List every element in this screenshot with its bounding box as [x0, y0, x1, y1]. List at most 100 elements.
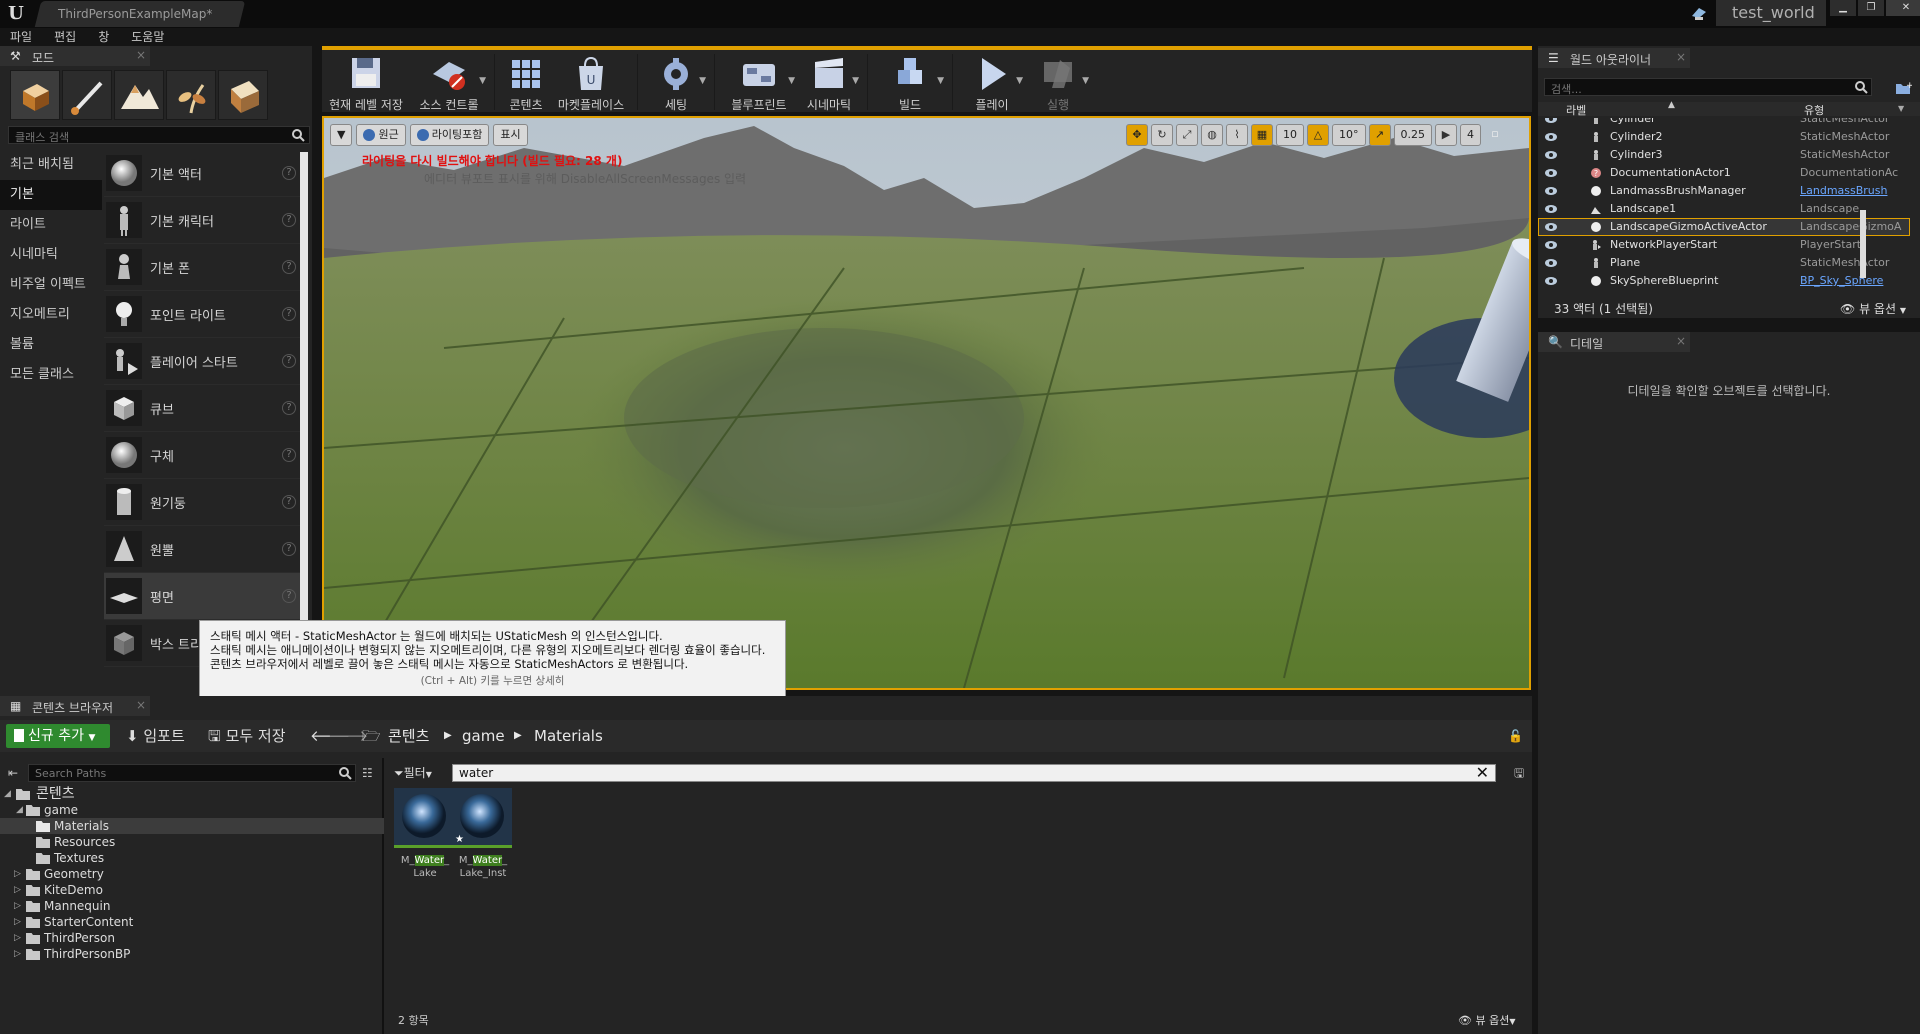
chevron-down-icon[interactable]: ▼ — [479, 76, 486, 86]
scale-snap-icon[interactable]: ↗ — [1368, 124, 1391, 146]
menu-edit[interactable]: 편집 — [54, 28, 76, 46]
category-lights[interactable]: 라이트 — [0, 210, 102, 240]
tree-item[interactable]: ▷ Mannequin — [0, 898, 384, 914]
actor-type-link[interactable]: LandmassBrush — [1800, 182, 1910, 200]
category-visual-effects[interactable]: 비주얼 이펙트 — [0, 270, 102, 300]
chevron-down-icon[interactable]: ▼ — [788, 76, 795, 86]
save-search-icon[interactable]: 🖫 — [1514, 764, 1524, 785]
close-window-button[interactable]: ✕ — [1886, 0, 1920, 16]
rotate-icon[interactable]: ↻ — [1151, 124, 1173, 146]
visibility-eye-icon[interactable] — [1544, 118, 1558, 124]
filter-button[interactable]: ⏷필터▼ — [394, 764, 432, 781]
list-item[interactable]: 원기둥 ? — [104, 479, 300, 526]
minimize-button[interactable]: ▁ — [1830, 0, 1856, 16]
tree-item[interactable]: ◢ 콘텐츠 — [0, 786, 384, 802]
camera-speed-value[interactable]: 4 — [1460, 124, 1481, 146]
list-item[interactable]: 큐브 ? — [104, 385, 300, 432]
path-search-input[interactable]: Search Paths — [28, 764, 356, 782]
help-icon[interactable]: ? — [282, 401, 296, 415]
list-item[interactable]: 기본 액터 ? — [104, 150, 300, 197]
close-tab-icon[interactable]: × — [1676, 50, 1686, 64]
chevron-down-icon[interactable]: ▼ — [699, 76, 706, 86]
close-tab-icon[interactable]: × — [136, 698, 146, 712]
add-folder-icon[interactable]: + — [1894, 80, 1912, 96]
table-row[interactable]: Plane StaticMeshActor — [1538, 254, 1910, 272]
chevron-down-icon[interactable]: ▼ — [1082, 76, 1089, 86]
camera-speed-icon[interactable]: ▶ — [1435, 124, 1457, 146]
label-column-header[interactable]: 라벨 — [1566, 102, 1586, 118]
collapse-sources-icon[interactable]: ⇤ — [8, 766, 18, 780]
menu-help[interactable]: 도움말 — [131, 28, 164, 46]
rotation-snap-value[interactable]: 10° — [1332, 124, 1366, 146]
visibility-eye-icon[interactable] — [1544, 276, 1558, 286]
place-mode-button[interactable] — [10, 70, 60, 120]
modes-scrollbar[interactable] — [300, 152, 308, 640]
maximize-button[interactable]: ❐ — [1858, 0, 1884, 16]
tree-item[interactable]: ◢ game — [0, 802, 384, 818]
help-icon[interactable]: ? — [282, 448, 296, 462]
breadcrumb-content[interactable]: 콘텐츠 — [388, 724, 429, 748]
source-control-button[interactable]: 소스 컨트롤 ▼ — [410, 50, 488, 112]
list-item[interactable]: 플레이어 스타트 ? — [104, 338, 300, 385]
table-row[interactable]: NetworkPlayerStart PlayerStart — [1538, 236, 1910, 254]
modes-tab[interactable]: ⚒ 모드 × — [0, 46, 150, 66]
category-cinematic[interactable]: 시네마틱 — [0, 240, 102, 270]
breadcrumb-game[interactable]: game — [462, 724, 505, 748]
table-row[interactable]: Cylinder2 StaticMeshActor — [1538, 128, 1910, 146]
source-control-status-icon[interactable] — [1690, 4, 1708, 22]
rotation-snap-icon[interactable]: △ — [1307, 124, 1329, 146]
list-item[interactable]: 기본 폰 ? — [104, 244, 300, 291]
visibility-eye-icon[interactable] — [1544, 222, 1558, 232]
table-row[interactable]: Landscape1 Landscape — [1538, 200, 1910, 218]
asset-search-input[interactable]: water ✕ — [452, 763, 1496, 782]
geometry-edit-mode-button[interactable] — [218, 70, 268, 120]
menu-window[interactable]: 창 — [98, 28, 109, 46]
table-row[interactable]: LandmassBrushManager LandmassBrush — [1538, 182, 1910, 200]
grid-snap-icon[interactable]: ▦ — [1251, 124, 1273, 146]
tree-item[interactable]: ▷ ThirdPersonBP — [0, 946, 384, 962]
type-column-header[interactable]: 유형 — [1804, 102, 1824, 118]
category-volumes[interactable]: 볼륨 — [0, 330, 102, 360]
details-tab[interactable]: 🔍 디테일 × — [1538, 332, 1690, 352]
help-icon[interactable]: ? — [282, 166, 296, 180]
collapsed-arrow-icon[interactable]: ▷ — [14, 914, 21, 930]
category-geometry[interactable]: 지오메트리 — [0, 300, 102, 330]
breadcrumb-separator-icon[interactable]: ▶ — [444, 724, 452, 748]
content-browser-tab[interactable]: ▦ 콘텐츠 브라우저 × — [0, 696, 150, 716]
surface-snap-icon[interactable]: ⌇ — [1226, 124, 1248, 146]
tree-item[interactable]: ▷ Geometry — [0, 866, 384, 882]
perspective-button[interactable]: 원근 — [356, 124, 406, 146]
scale-snap-value[interactable]: 0.25 — [1393, 124, 1432, 146]
import-button[interactable]: ⬇ 임포트 — [126, 724, 185, 748]
world-local-icon[interactable]: ◍ — [1201, 124, 1223, 146]
chevron-down-icon[interactable]: ▼ — [852, 76, 859, 86]
visibility-eye-icon[interactable] — [1544, 258, 1558, 268]
tree-item[interactable]: ▷ StarterContent — [0, 914, 384, 930]
settings-button[interactable]: 세팅 ▼ — [644, 50, 708, 112]
path-view-options-icon[interactable]: ☷ — [362, 766, 373, 780]
close-tab-icon[interactable]: × — [1676, 334, 1686, 348]
actor-type-link[interactable]: BP_Sky_Sphere — [1800, 272, 1910, 290]
table-row[interactable]: Cylinder3 StaticMeshActor — [1538, 146, 1910, 164]
landscape-mode-button[interactable] — [114, 70, 164, 120]
chevron-down-icon[interactable]: ▼ — [1016, 76, 1023, 86]
help-icon[interactable]: ? — [282, 542, 296, 556]
tree-item[interactable]: ▷ ThirdPerson — [0, 930, 384, 946]
viewport-options-button[interactable]: ▼ — [330, 124, 353, 146]
table-row[interactable]: ? DocumentationActor1 DocumentationAc — [1538, 164, 1910, 182]
visibility-eye-icon[interactable] — [1544, 240, 1558, 250]
collapsed-arrow-icon[interactable]: ▷ — [14, 930, 21, 946]
marketplace-button[interactable]: U 마켓플레이스 — [551, 50, 631, 112]
grid-snap-value[interactable]: 10 — [1276, 124, 1304, 146]
table-row[interactable]: SkySphereBlueprint BP_Sky_Sphere — [1538, 272, 1910, 290]
menu-file[interactable]: 파일 — [10, 28, 32, 46]
category-basic[interactable]: 기본 — [0, 180, 102, 210]
help-icon[interactable]: ? — [282, 260, 296, 274]
list-item[interactable]: 구체 ? — [104, 432, 300, 479]
clear-search-icon[interactable]: ✕ — [1476, 763, 1489, 782]
translate-icon[interactable]: ✥ — [1126, 124, 1148, 146]
help-icon[interactable]: ? — [282, 213, 296, 227]
table-row[interactable]: Cylinder StaticMeshActor — [1538, 118, 1910, 128]
close-tab-icon[interactable]: × — [136, 48, 146, 62]
add-new-button[interactable]: 신규 추가 ▼ — [6, 724, 110, 748]
